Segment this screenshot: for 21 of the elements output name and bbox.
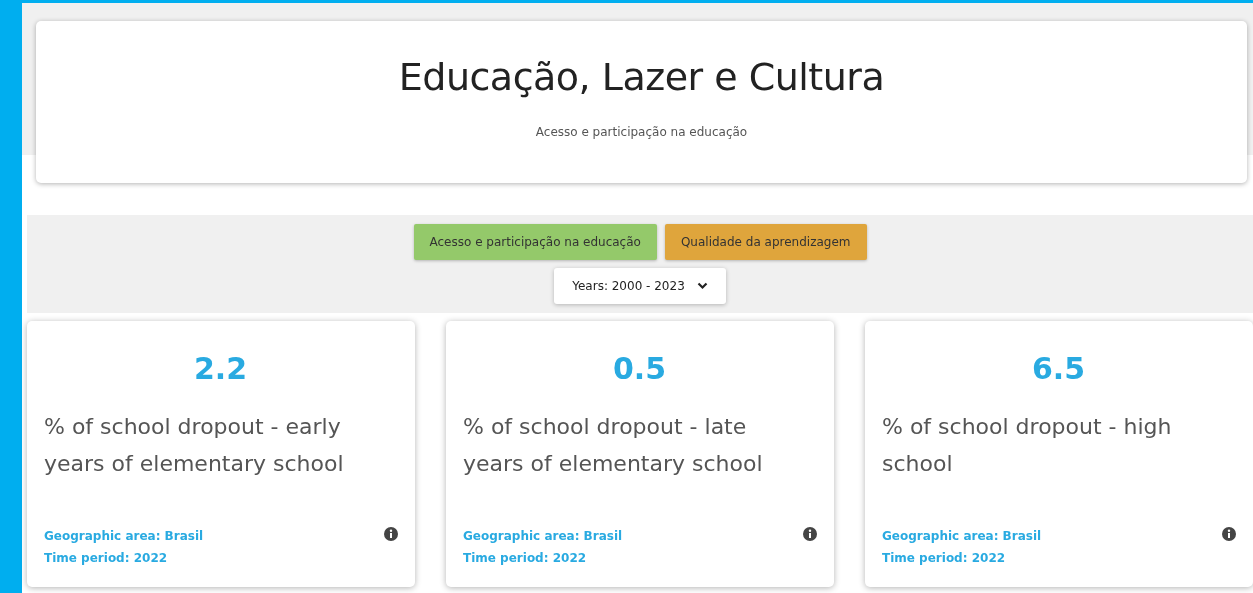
info-icon[interactable] (384, 527, 398, 541)
page-subtitle: Acesso e participação na educação (535, 125, 748, 139)
info-icon[interactable] (803, 527, 817, 541)
time-period: Time period: 2022 (882, 550, 1006, 567)
geographic-area: Geographic area: Brasil (882, 525, 1042, 547)
years-dropdown[interactable]: Years: 2000 - 2023 (554, 268, 726, 304)
chevron-down-icon (696, 282, 708, 290)
geographic-area: Geographic area: Brasil (463, 525, 623, 547)
indicator-title: % of school dropout - early years of elementary school (44, 413, 345, 478)
topic-button[interactable]: Qualidade da aprendizagem (664, 224, 867, 260)
indicator-title: % of school dropout - late years of elementary school (463, 413, 764, 478)
time-period: Time period: 2022 (463, 550, 587, 567)
info-icon[interactable] (1222, 527, 1236, 541)
topic-button[interactable]: Acesso e participação na educação (413, 224, 657, 260)
indicator-value: 6.5 (1030, 351, 1087, 386)
indicator-value: 2.2 (192, 351, 249, 386)
time-period: Time period: 2022 (44, 550, 168, 567)
geographic-area: Geographic area: Brasil (44, 525, 204, 547)
page-title: Educação, Lazer e Cultura (398, 55, 885, 99)
indicator-title: % of school dropout - high school (882, 413, 1173, 478)
indicator-value: 0.5 (611, 351, 668, 386)
